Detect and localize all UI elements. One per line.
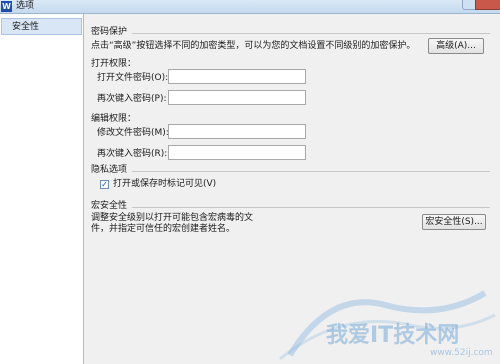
watermark-text: 我爱IT技术网: [326, 323, 460, 348]
watermark: 我爱IT技术网 www.52ij.com: [270, 285, 500, 364]
title-bar: W 选项: [0, 0, 500, 14]
edit-permission-title: 编辑权限：: [91, 114, 137, 124]
section-divider: [132, 207, 490, 208]
sidebar-item-security[interactable]: 安全性: [1, 18, 82, 35]
section-divider: [132, 33, 490, 34]
open-reenter-label: 再次键入密码(P):: [97, 94, 167, 104]
window-title: 选项: [16, 1, 35, 11]
watermark-url: www.52ij.com: [430, 348, 493, 358]
help-button[interactable]: [462, 0, 476, 10]
mark-visible-checkbox[interactable]: ✓: [100, 180, 109, 189]
macro-security-title: 宏安全性: [91, 201, 128, 211]
open-permission-title: 打开权限：: [91, 59, 137, 69]
modify-password-field[interactable]: [168, 124, 306, 139]
modify-password-label: 修改文件密码(M):: [97, 128, 169, 138]
mark-visible-label[interactable]: 打开或保存时标记可见(V): [113, 178, 216, 190]
advanced-button[interactable]: 高级(A)...: [428, 38, 484, 54]
modify-reenter-field[interactable]: [168, 145, 306, 160]
password-protection-description: 点击“高级”按钮选择不同的加密类型，可以为您的文档设置不同级别的加密保护。: [91, 41, 416, 51]
macro-security-button[interactable]: 宏安全性(S)...: [422, 214, 486, 230]
open-password-field[interactable]: [168, 69, 306, 84]
open-password-label: 打开文件密码(O):: [97, 73, 169, 83]
wps-writer-icon: W: [1, 1, 12, 12]
password-protection-title: 密码保护: [91, 27, 128, 37]
section-divider: [132, 171, 490, 172]
sidebar-item-label: 安全性: [12, 22, 40, 32]
macro-description-line2: 件，并指定可信任的宏创建者姓名。: [91, 224, 236, 234]
modify-reenter-label: 再次键入密码(R):: [97, 149, 168, 159]
privacy-title: 隐私选项: [91, 165, 128, 175]
options-sidebar: 安全性: [0, 14, 84, 364]
open-reenter-field[interactable]: [168, 90, 306, 105]
options-dialog: W 选项 安全性 密码保护 点击“高级”按钮选择不同的加密类型，可以为您的文档设…: [0, 0, 500, 364]
close-button[interactable]: [475, 0, 500, 10]
